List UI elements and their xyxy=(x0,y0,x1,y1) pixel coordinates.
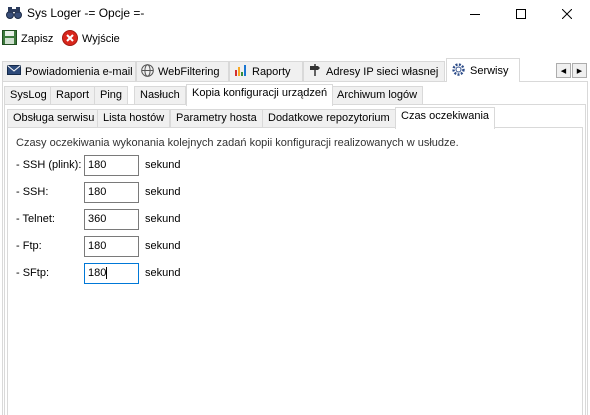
tab-host-parameters[interactable]: Parametry hosta xyxy=(170,109,263,128)
tab-timeouts[interactable]: Czas oczekiwania xyxy=(395,107,496,129)
tab-host-list[interactable]: Lista hostów xyxy=(97,109,171,128)
tab-config-backup[interactable]: Kopia konfiguracji urządzeń xyxy=(186,84,334,106)
main-tab-strip: Powiadomienia e-mail WebFiltering Raport… xyxy=(0,58,590,82)
email-icon xyxy=(7,64,21,79)
chart-icon xyxy=(234,64,248,79)
ssh-timeout-input[interactable]: 180 xyxy=(84,182,139,203)
tab-extra-repository[interactable]: Dodatkowe repozytorium xyxy=(262,109,396,128)
scroll-left-button[interactable]: ◀ xyxy=(556,63,571,78)
maximize-button[interactable] xyxy=(498,0,544,27)
tab-log-archive[interactable]: Archiwum logów xyxy=(331,86,424,105)
telnet-timeout-input[interactable]: 360 xyxy=(84,209,139,230)
inner-tab-strip: Obsługa serwisu Lista hostów Parametry h… xyxy=(7,107,583,129)
tab-label: Serwisy xyxy=(470,64,509,77)
window-title: Sys Loger -= Opcje =- xyxy=(27,6,145,20)
tab-scroll-buttons: ◀ ▶ xyxy=(556,63,587,78)
ssh-plink-timeout-input[interactable]: 180 xyxy=(84,155,139,176)
tab-syslog[interactable]: SysLog xyxy=(4,86,53,105)
unit-label: sekund xyxy=(145,159,181,171)
exit-label: Wyjście xyxy=(82,33,120,45)
toolbar: Zapisz Wyjście xyxy=(0,27,590,52)
save-label: Zapisz xyxy=(21,33,54,45)
gear-icon xyxy=(451,62,466,80)
minimize-button[interactable] xyxy=(452,0,498,27)
tab-webfiltering[interactable]: WebFiltering xyxy=(136,61,229,81)
telnet-label: - Telnet: xyxy=(16,213,55,225)
globe-icon xyxy=(141,63,154,80)
tab-label: WebFiltering xyxy=(158,65,220,78)
tab-own-ip-addresses[interactable]: Adresy IP sieci własnej xyxy=(303,61,445,81)
tab-label: Adresy IP sieci własnej xyxy=(326,65,439,78)
scroll-right-button[interactable]: ▶ xyxy=(572,63,587,78)
unit-label: sekund xyxy=(145,186,181,198)
close-button[interactable] xyxy=(544,0,590,27)
ssh-label: - SSH: xyxy=(16,186,49,198)
save-button[interactable]: Zapisz xyxy=(2,30,53,48)
tab-reports[interactable]: Raporty xyxy=(229,61,303,81)
tab-label: Raporty xyxy=(252,65,291,78)
ftp-label: - Ftp: xyxy=(16,240,42,252)
tab-listening[interactable]: Nasłuch xyxy=(134,86,186,105)
sftp-label: - SFtp: xyxy=(16,267,50,279)
exit-button[interactable]: Wyjście xyxy=(62,29,120,49)
tab-services[interactable]: Serwisy xyxy=(446,58,520,82)
sub-tab-strip: SysLog Raport Ping Nasłuch Kopia konfigu… xyxy=(4,84,584,106)
ssh-plink-label: - SSH (plink): xyxy=(16,159,82,171)
tab-raport[interactable]: Raport xyxy=(50,86,96,105)
cancel-icon xyxy=(62,29,78,49)
binoculars-icon xyxy=(6,6,22,20)
tab-service-handling[interactable]: Obsługa serwisu xyxy=(7,109,101,128)
tab-label: Powiadomienia e-mail xyxy=(25,65,133,78)
sftp-value: 180 xyxy=(88,267,107,279)
floppy-disk-icon xyxy=(2,30,17,48)
sftp-timeout-input[interactable]: 180 xyxy=(84,263,139,284)
tab-ping[interactable]: Ping xyxy=(94,86,129,105)
signpost-icon xyxy=(308,63,322,80)
timeouts-description: Czasy oczekiwania wykonania kolejnych za… xyxy=(16,137,459,149)
ftp-timeout-input[interactable]: 180 xyxy=(84,236,139,257)
unit-label: sekund xyxy=(145,240,181,252)
tab-email-notifications[interactable]: Powiadomienia e-mail xyxy=(2,61,136,81)
title-bar: Sys Loger -= Opcje =- xyxy=(0,0,590,27)
text-caret xyxy=(106,267,108,280)
unit-label: sekund xyxy=(145,267,181,279)
unit-label: sekund xyxy=(145,213,181,225)
